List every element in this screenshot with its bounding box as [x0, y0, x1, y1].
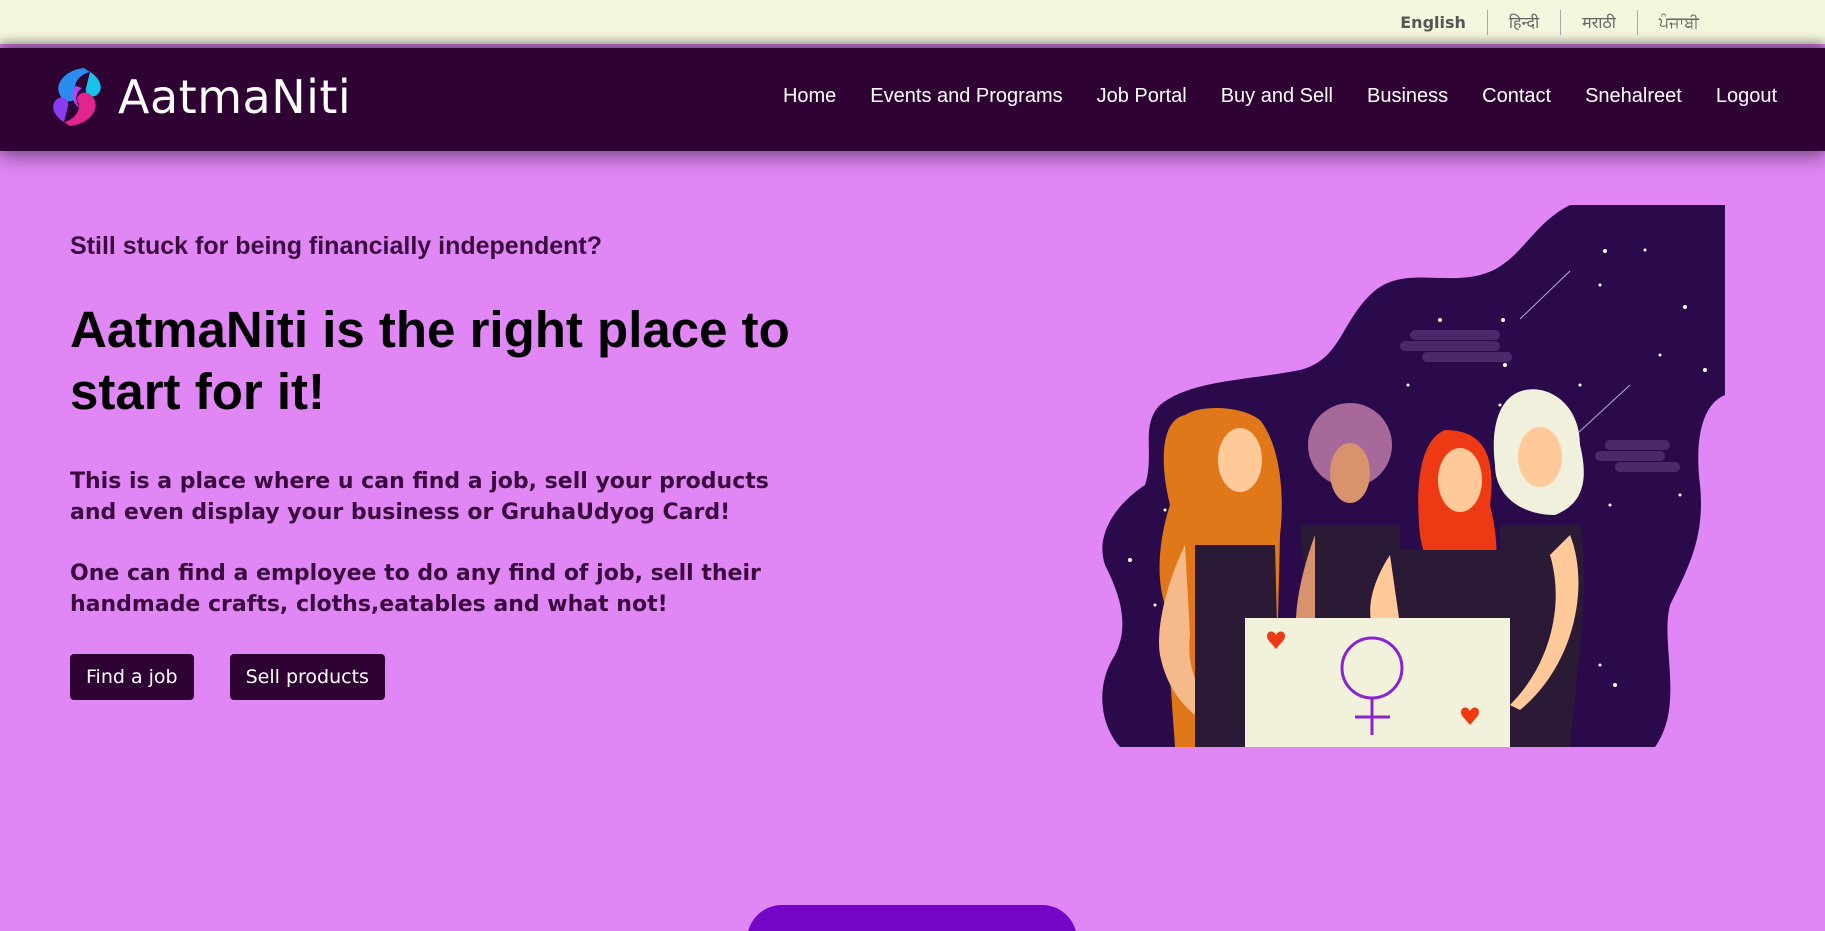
language-hindi[interactable]: हिन्दी: [1486, 10, 1560, 35]
hero-title: AatmaNiti is the right place to start fo…: [70, 301, 790, 420]
language-list: English हिन्दी मराठी ਪੰਜਾਬੀ: [1379, 10, 1720, 35]
language-punjabi[interactable]: ਪੰਜਾਬੀ: [1636, 10, 1720, 35]
nav-links: Home Events and Programs Job Portal Buy …: [749, 85, 1777, 108]
women-empowerment-illustration: [1102, 205, 1725, 747]
nav-job-portal[interactable]: Job Portal: [1097, 85, 1187, 108]
nav-home[interactable]: Home: [783, 85, 836, 108]
nav-buy-and-sell[interactable]: Buy and Sell: [1221, 85, 1333, 108]
nav-user-profile[interactable]: Snehalreet: [1585, 85, 1682, 108]
language-marathi[interactable]: मराठी: [1560, 10, 1637, 35]
find-job-button[interactable]: Find a job: [70, 654, 194, 700]
sell-products-button[interactable]: Sell products: [229, 654, 385, 700]
main-navbar: AatmaNiti Home Events and Programs Job P…: [0, 48, 1825, 151]
brand-name: AatmaNiti: [118, 70, 352, 124]
hero-section: Still stuck for being financially indepe…: [70, 232, 790, 700]
brand[interactable]: AatmaNiti: [46, 64, 351, 130]
brand-logo-icon: [53, 68, 101, 126]
nav-logout[interactable]: Logout: [1716, 85, 1777, 108]
language-english[interactable]: English: [1379, 10, 1487, 35]
hero-description: This is a place where u can find a job, …: [70, 469, 769, 525]
nav-business[interactable]: Business: [1367, 85, 1448, 108]
nav-contact[interactable]: Contact: [1482, 85, 1551, 108]
hero-kicker: Still stuck for being financially indepe…: [70, 232, 603, 260]
bottom-section-button[interactable]: [747, 905, 1077, 931]
hero-description-secondary: One can find a employee to do any find o…: [70, 561, 761, 617]
hero-buttons: Find a job Sell products: [70, 654, 790, 700]
nav-events-and-programs[interactable]: Events and Programs: [870, 85, 1062, 108]
language-bar: English हिन्दी मराठी ਪੰਜਾਬੀ: [0, 0, 1825, 44]
